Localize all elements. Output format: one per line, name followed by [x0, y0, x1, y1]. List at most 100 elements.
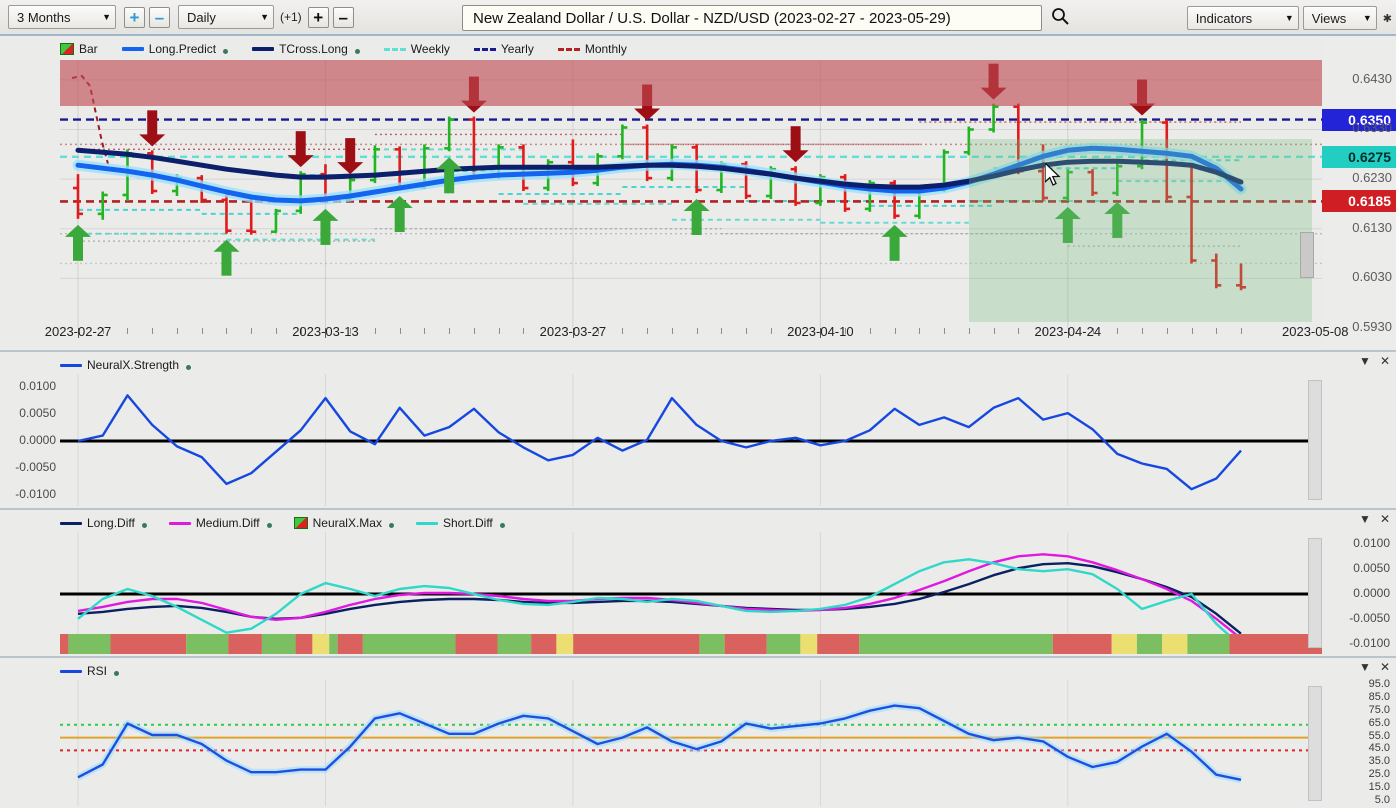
legend-item-monthly[interactable]: Monthly: [557, 42, 627, 56]
price-chart-panel[interactable]: Bar Long.Predict TCross.Long Weekly Year…: [0, 38, 1396, 348]
price-axis-label: 0.6030: [1352, 269, 1392, 285]
legend-label: NeuralX.Max: [312, 516, 382, 530]
range-plus-button[interactable]: +: [124, 6, 145, 28]
legend-item-long-diff[interactable]: Long.Diff: [60, 516, 147, 530]
axis-label: 15.0: [1368, 780, 1390, 793]
settings-dot-icon[interactable]: [499, 523, 505, 528]
interval-select-value: Daily: [187, 9, 216, 25]
legend-label: Weekly: [410, 42, 450, 56]
price-plot-area[interactable]: [60, 60, 1322, 328]
price-axis-label: 0.6230: [1352, 170, 1392, 186]
settings-dot-icon[interactable]: [223, 49, 229, 54]
indicators-select[interactable]: Indicators ▼: [1186, 6, 1299, 30]
axis-label: 0.0050: [19, 406, 56, 421]
overbought-zone: [60, 60, 1322, 106]
chevron-down-icon: ▼: [102, 12, 111, 22]
search-icon[interactable]: [1050, 6, 1070, 31]
pin-icon[interactable]: ✱: [1383, 12, 1392, 25]
rsi-plot-area[interactable]: [60, 680, 1322, 806]
settings-dot-icon[interactable]: [114, 671, 120, 676]
neuralx-strength-panel[interactable]: NeuralX.Strength ▼ ✕ 0.0100 0.0050 0.0000 -…: [0, 350, 1396, 508]
price-level-badge[interactable]: 0.6185: [1322, 190, 1396, 213]
close-icon[interactable]: ✕: [1380, 355, 1390, 367]
axis-label: -0.0050: [15, 459, 56, 474]
range-select[interactable]: 3 Months ▼: [8, 5, 116, 29]
rsi-svg: [60, 680, 1322, 806]
strength-svg: [60, 374, 1322, 506]
chevron-down-icon: ▼: [1362, 13, 1372, 23]
line-swatch-icon: [60, 669, 82, 673]
legend-item-medium-diff[interactable]: Medium.Diff: [168, 516, 272, 530]
legend-item-neuralx-max[interactable]: NeuralX.Max: [293, 516, 394, 530]
price-axis-label: 0.5930: [1352, 319, 1392, 334]
axis-label: 55.0: [1368, 729, 1390, 742]
views-select[interactable]: Views ▼: [1302, 6, 1377, 30]
axis-label: 95.0: [1368, 678, 1390, 691]
line-swatch-icon: [121, 47, 144, 51]
chevron-down-icon[interactable]: ▼: [1359, 355, 1371, 367]
legend-item-short-diff[interactable]: Short.Diff: [415, 516, 505, 530]
legend-item-long-predict[interactable]: Long.Predict: [121, 42, 229, 56]
interval-select[interactable]: Daily ▼: [178, 5, 274, 29]
legend-label: NeuralX.Strength: [87, 358, 180, 372]
axis-label: 0.0050: [1353, 561, 1390, 576]
legend-item-yearly[interactable]: Yearly: [473, 42, 534, 56]
settings-dot-icon[interactable]: [388, 523, 394, 528]
price-y-axis: 0.6430 0.6350 0.6330 0.6275 0.6230 0.6185 0.61…: [1322, 38, 1396, 348]
legend-item-rsi[interactable]: RSI: [60, 664, 120, 678]
axis-label: -0.0100: [1349, 635, 1390, 650]
axis-label: 25.0: [1368, 768, 1390, 780]
chevron-down-icon[interactable]: ▼: [1359, 513, 1371, 525]
rsi-panel[interactable]: RSI ▼ ✕ 95.0 85.0 75.0 65.0 55.0 45.0 35.0 25.0…: [0, 656, 1396, 808]
legend-item-weekly[interactable]: Weekly: [383, 42, 450, 56]
legend-label: Bar: [79, 42, 98, 56]
price-scroll-handle[interactable]: [1300, 232, 1314, 278]
strength-panel-controls: ▼ ✕: [1359, 355, 1390, 367]
axis-label: 45.0: [1368, 742, 1390, 755]
legend-item-bar[interactable]: Bar: [60, 42, 98, 56]
range-select-value: 3 Months: [17, 9, 71, 25]
diff-scroll-handle[interactable]: [1308, 538, 1322, 648]
axis-label: 65.0: [1368, 716, 1390, 729]
rsi-panel-controls: ▼ ✕: [1359, 661, 1390, 673]
close-icon[interactable]: ✕: [1380, 661, 1390, 673]
close-icon[interactable]: ✕: [1380, 513, 1390, 525]
diff-legend: Long.Diff Medium.Diff NeuralX.Max Short.…: [60, 512, 505, 534]
rsi-scroll-handle[interactable]: [1308, 686, 1322, 801]
date-axis-label: 2023-03-27: [539, 324, 607, 339]
legend-label: Long.Diff: [87, 516, 135, 530]
diff-panel[interactable]: Long.Diff Medium.Diff NeuralX.Max Short.…: [0, 508, 1396, 656]
axis-label: 0.0000: [19, 433, 56, 447]
strength-plot-area[interactable]: [60, 374, 1322, 506]
offset-label: (+1): [280, 10, 302, 24]
diff-plot-area[interactable]: [60, 532, 1322, 654]
axis-label: 75.0: [1368, 704, 1390, 716]
legend-label: Medium.Diff: [195, 516, 260, 530]
axis-label: 0.0100: [19, 379, 56, 394]
legend-item-neuralx-strength[interactable]: NeuralX.Strength: [60, 358, 192, 372]
axis-label: 85.0: [1368, 691, 1390, 704]
line-swatch-icon: [60, 521, 82, 525]
settings-dot-icon[interactable]: [186, 365, 192, 370]
axis-label: 0.0000: [1353, 586, 1390, 600]
chevron-down-icon: ▼: [260, 12, 269, 22]
legend-item-tcross-long[interactable]: TCross.Long: [252, 42, 360, 56]
strength-scroll-handle[interactable]: [1308, 380, 1322, 500]
chevron-down-icon[interactable]: ▼: [1359, 661, 1371, 673]
price-level-badge[interactable]: 0.6275: [1322, 145, 1396, 168]
legend-label: RSI: [87, 664, 108, 678]
settings-dot-icon[interactable]: [141, 523, 147, 528]
forecast-zone: [968, 139, 1312, 322]
indicators-select-value: Indicators: [1195, 10, 1253, 26]
range-minus-button[interactable]: –: [149, 6, 170, 28]
symbol-title-group: New Zealand Dollar / U.S. Dollar - NZD/U…: [462, 5, 1070, 31]
settings-dot-icon[interactable]: [354, 49, 360, 54]
offset-plus-button[interactable]: +: [307, 6, 329, 28]
dashed-swatch-icon: [557, 47, 580, 51]
offset-minus-button[interactable]: –: [332, 6, 354, 28]
symbol-title-field[interactable]: New Zealand Dollar / U.S. Dollar - NZD/U…: [462, 5, 1042, 31]
legend-label: Short.Diff: [442, 516, 493, 530]
settings-dot-icon[interactable]: [266, 523, 272, 528]
line-swatch-icon: [252, 47, 275, 51]
legend-label: TCross.Long: [279, 42, 348, 56]
